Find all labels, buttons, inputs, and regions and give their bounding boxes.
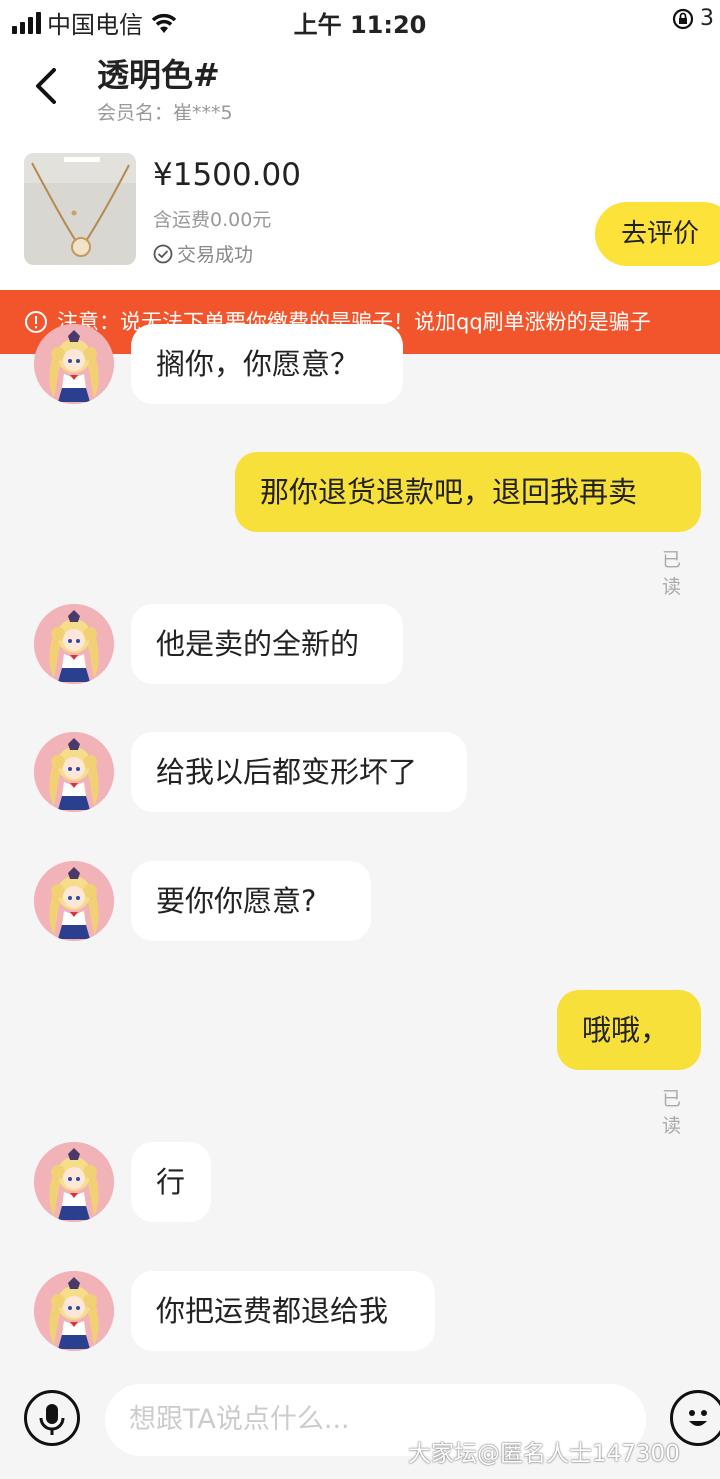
avatar[interactable] [34,1142,114,1222]
trade-status: 交易成功 [153,240,253,267]
read-receipt: 已读 [662,549,682,598]
message-bubble[interactable]: 要你你愿意? [131,861,371,941]
check-circle-icon [153,244,173,263]
avatar[interactable] [34,1271,114,1351]
clock: 上午 11:20 [293,11,427,39]
status-bar: 中国电信 上午 11:20 3 [0,0,720,42]
watermark: 大家坛@匿名人士147300 [408,1441,680,1467]
message-bubble[interactable]: 他是卖的全新的 [131,604,403,684]
alert-circle-icon [25,311,47,333]
rate-button[interactable]: 去评价 [595,202,720,266]
battery-level: 3 [700,6,714,31]
message-bubble[interactable]: 给我以后都变形坏了 [131,732,467,812]
read-receipt: 已读 [662,1088,682,1137]
back-arrow-icon[interactable] [28,62,68,110]
chat-header: 透明色# 会员名：崔***5 [0,42,720,130]
avatar[interactable] [34,861,114,941]
message-bubble[interactable]: 行 [131,1142,211,1222]
shipping-fee: 含运费0.00元 [153,209,272,231]
message-bubble[interactable]: 哦哦， [557,990,701,1070]
message-bubble[interactable]: 你把运费都退给我 [131,1271,435,1351]
trade-status-text: 交易成功 [177,244,254,266]
message-bubble[interactable]: 搁你，你愿意？ [131,324,403,404]
avatar[interactable] [34,732,114,812]
page-title: 透明色# [97,56,220,94]
rotation-lock-icon [672,8,694,29]
status-right: 3 [672,6,714,31]
product-price: ¥1500.00 [153,157,301,193]
product-thumbnail[interactable] [24,153,136,265]
necklace-image [24,153,136,265]
member-name: 会员名：崔***5 [97,102,233,124]
product-card[interactable]: ¥1500.00 含运费0.00元 交易成功 去评价 [0,130,720,290]
avatar[interactable] [34,324,114,404]
avatar[interactable] [34,604,114,684]
message-bubble[interactable]: 那你退货退款吧，退回我再卖 [235,452,701,532]
microphone-icon[interactable] [24,1390,80,1446]
